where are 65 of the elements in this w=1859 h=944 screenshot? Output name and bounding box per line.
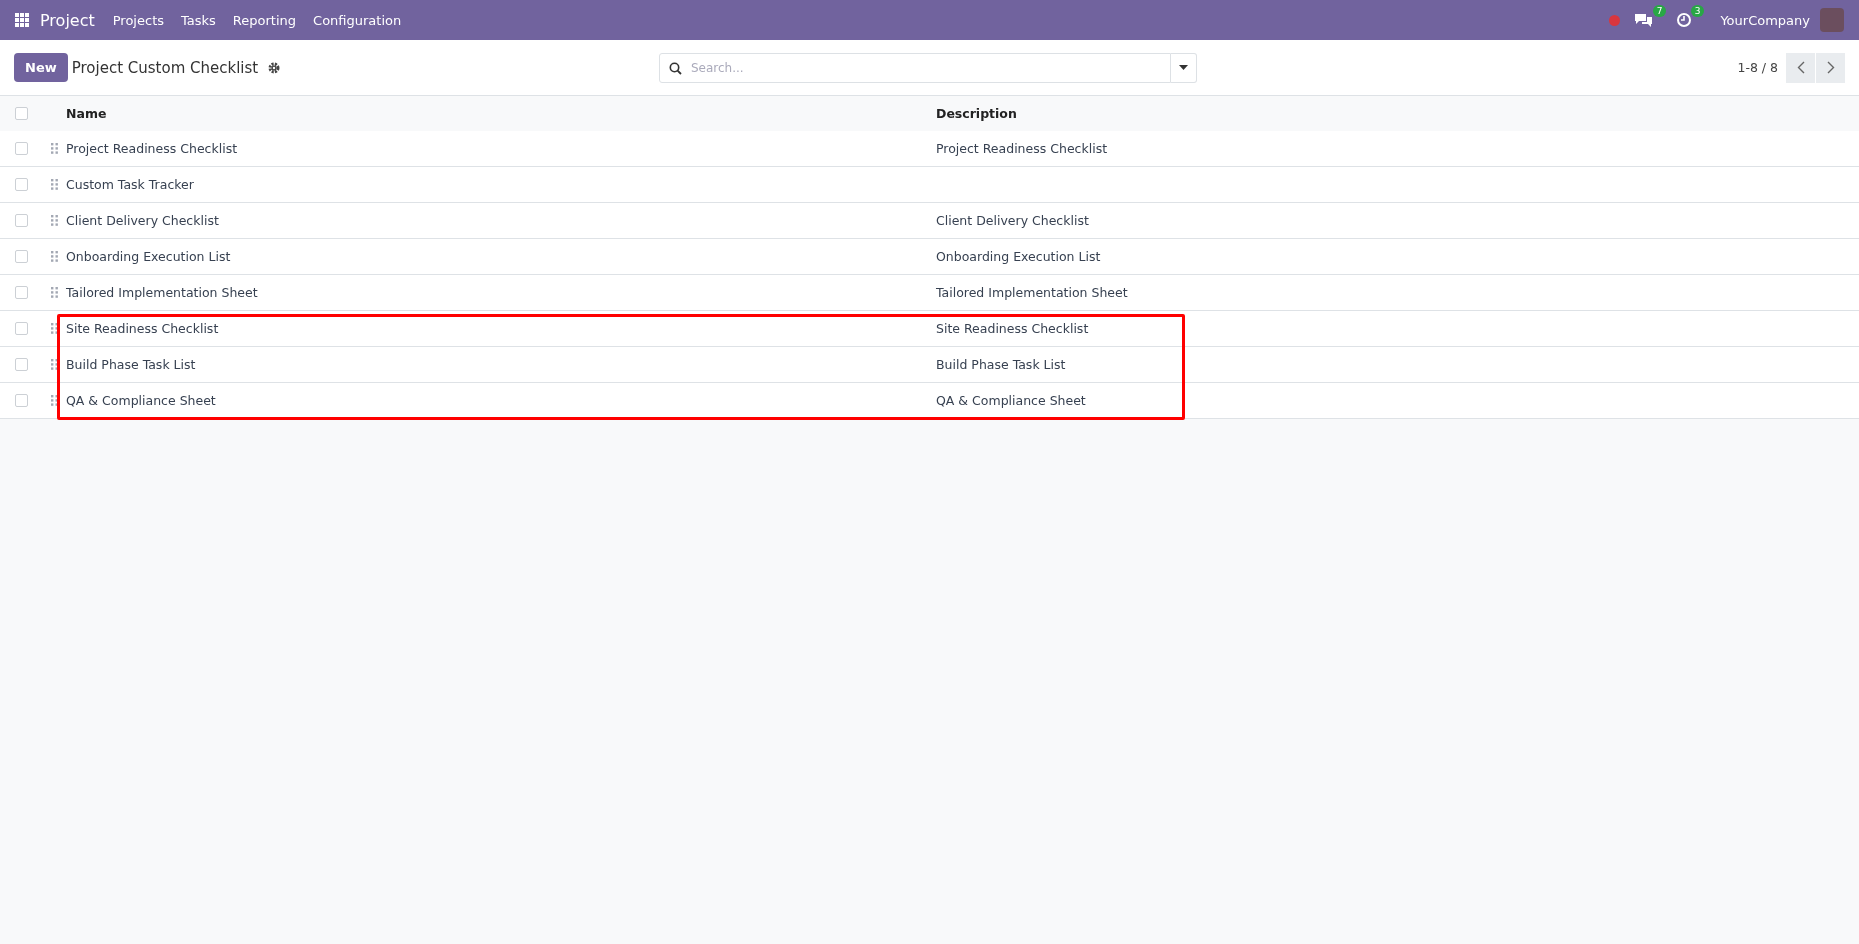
search-options-toggle[interactable]: [1171, 52, 1197, 83]
page-title: Project Custom Checklist: [71, 58, 259, 77]
table-cell: Client Delivery Checklist: [936, 213, 1089, 228]
row-checkbox[interactable]: [14, 358, 28, 371]
select-all-checkbox[interactable]: [14, 107, 28, 120]
chevron-left-icon: [1796, 61, 1805, 74]
drag-handle-icon[interactable]: [50, 215, 58, 226]
table-row[interactable]: QA & Compliance Sheet QA & Compliance Sheet: [0, 383, 1859, 419]
column-header[interactable]: Description: [936, 106, 1859, 121]
table-cell: QA & Compliance Sheet: [66, 393, 216, 408]
chat-icon[interactable]: [1634, 12, 1655, 28]
menu-item[interactable]: Tasks: [181, 12, 216, 28]
menu-item[interactable]: Reporting: [232, 12, 297, 28]
drag-handle-icon[interactable]: [50, 323, 58, 334]
table-row[interactable]: Project Readiness Checklist Project Readiness Checklist: [0, 131, 1859, 167]
table-cell: Onboarding Execution List: [66, 249, 231, 264]
table-cell: Build Phase Task List: [936, 357, 1066, 372]
caret-icon: [1179, 65, 1188, 70]
menu-item[interactable]: Projects: [112, 12, 164, 28]
table-cell: Onboarding Execution List: [936, 249, 1101, 264]
row-checkbox[interactable]: [14, 142, 28, 155]
row-checkbox[interactable]: [14, 322, 28, 335]
row-checkbox[interactable]: [14, 394, 28, 407]
table-cell: Tailored Implementation Sheet: [66, 285, 258, 300]
settings-icon[interactable]: [268, 61, 281, 74]
table-cell: Client Delivery Checklist: [66, 213, 219, 228]
table-cell: Project Readiness Checklist: [66, 141, 238, 156]
drag-handle-icon[interactable]: [50, 251, 58, 262]
new-button[interactable]: New: [14, 53, 68, 82]
previous-page-button[interactable]: [1786, 52, 1815, 83]
status-dot-icon: [1609, 14, 1621, 26]
table-row[interactable]: Build Phase Task List Build Phase Task List: [0, 347, 1859, 383]
row-checkbox[interactable]: [14, 178, 28, 191]
next-page-button[interactable]: [1816, 52, 1845, 83]
app-name[interactable]: Project: [40, 10, 95, 30]
table-row[interactable]: Client Delivery Checklist Client Delivery Checklist: [0, 203, 1859, 239]
search-field[interactable]: Search...: [659, 52, 1171, 83]
row-checkbox[interactable]: [14, 250, 28, 263]
pager-value[interactable]: 1-8 / 8: [1737, 60, 1778, 75]
activity-count-badge: 3: [1690, 5, 1705, 17]
drag-handle-icon[interactable]: [50, 359, 58, 370]
message-count-badge: 7: [1652, 5, 1667, 17]
table-cell: QA & Compliance Sheet: [936, 393, 1086, 408]
clock-icon[interactable]: [1676, 12, 1693, 28]
table-row[interactable]: Tailored Implementation Sheet Tailored Implementation Sheet: [0, 275, 1859, 311]
table-cell: Build Phase Task List: [66, 357, 196, 372]
table-row[interactable]: Site Readiness Checklist Site Readiness Checklist: [0, 311, 1859, 347]
company-name[interactable]: YourCompany: [1720, 12, 1810, 28]
table-cell: Site Readiness Checklist: [936, 321, 1089, 336]
column-header[interactable]: Name: [66, 106, 936, 121]
app-grid-icon[interactable]: [15, 13, 29, 27]
row-checkbox[interactable]: [14, 214, 28, 227]
drag-handle-icon[interactable]: [50, 287, 58, 298]
table-cell: Custom Task Tracker: [66, 177, 194, 192]
menu-item[interactable]: Configuration: [313, 12, 402, 28]
drag-handle-icon[interactable]: [50, 395, 58, 406]
table-row[interactable]: Onboarding Execution List Onboarding Execution List: [0, 239, 1859, 275]
table-cell: Project Readiness Checklist: [936, 141, 1108, 156]
table-cell: Site Readiness Checklist: [66, 321, 219, 336]
chevron-right-icon: [1826, 61, 1835, 74]
row-checkbox[interactable]: [14, 286, 28, 299]
table-row[interactable]: Custom Task Tracker: [0, 167, 1859, 203]
drag-handle-icon[interactable]: [50, 179, 58, 190]
table-cell: Tailored Implementation Sheet: [936, 285, 1128, 300]
drag-handle-icon[interactable]: [50, 143, 58, 154]
